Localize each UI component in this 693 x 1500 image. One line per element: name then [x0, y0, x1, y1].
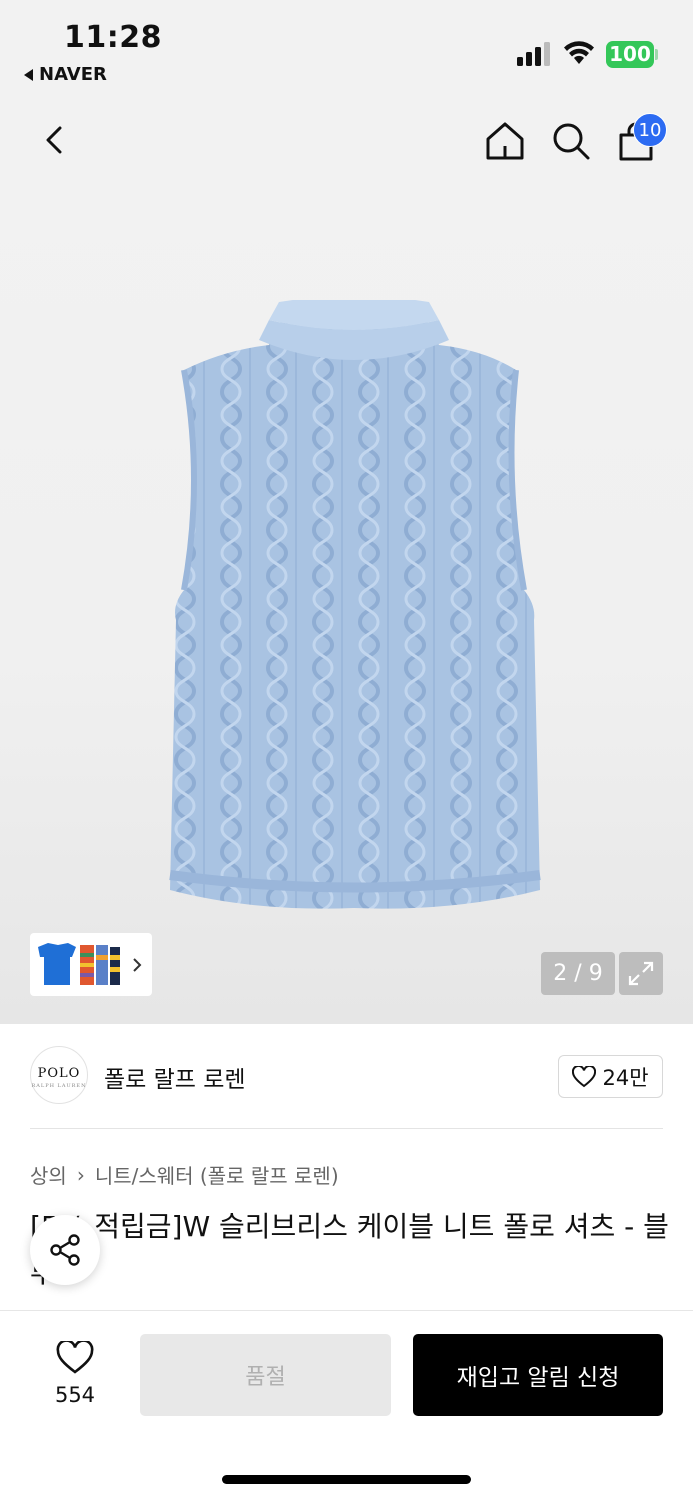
breadcrumb-category[interactable]: 상의	[30, 1160, 67, 1189]
expand-icon	[628, 961, 654, 986]
brand-like-button[interactable]: 24만	[558, 1055, 663, 1098]
wishlist-count: 554	[54, 1383, 96, 1407]
image-page-counter: 2 / 9	[541, 952, 615, 995]
brand-like-count: 24만	[602, 1065, 649, 1090]
back-icon[interactable]	[36, 120, 72, 160]
search-icon[interactable]	[550, 120, 592, 162]
home-indicator[interactable]	[222, 1475, 471, 1484]
color-options-thumbnail[interactable]	[30, 933, 152, 996]
back-triangle-icon	[24, 68, 33, 81]
home-icon[interactable]	[484, 120, 526, 162]
wishlist-button[interactable]: 554	[40, 1339, 110, 1407]
restock-alert-button[interactable]: 재입고 알림 신청	[413, 1334, 663, 1416]
chevron-right-icon: ›	[76, 1162, 85, 1187]
brand-row: POLO RALPH LAUREN 폴로 랄프 로렌 24만	[30, 1046, 663, 1106]
fullscreen-button[interactable]	[619, 952, 663, 995]
wifi-icon	[564, 41, 594, 64]
heart-icon	[572, 1065, 597, 1087]
breadcrumb: 상의 › 니트/스웨터 (폴로 랄프 로렌)	[30, 1160, 339, 1189]
status-bar: 11:28 NAVER 100	[0, 0, 693, 100]
cart-count-badge: 10	[633, 113, 667, 147]
brand-name[interactable]: 폴로 랄프 로렌	[104, 1060, 246, 1094]
back-to-app-link[interactable]: NAVER	[24, 64, 107, 85]
brand-logo[interactable]: POLO RALPH LAUREN	[30, 1046, 88, 1104]
heart-icon	[56, 1339, 94, 1374]
breadcrumb-subcategory[interactable]: 니트/스웨터 (폴로 랄프 로렌)	[95, 1160, 339, 1189]
brand-logo-text: POLO	[37, 1066, 81, 1081]
share-button[interactable]	[30, 1215, 100, 1285]
status-time: 11:28	[64, 20, 162, 55]
back-app-label: NAVER	[39, 64, 107, 85]
cellular-signal-icon	[517, 42, 550, 66]
battery-level: 100	[606, 41, 654, 68]
product-title: [5% 적립금]W 슬리브리스 케이블 니트 폴로 셔츠 - 블루	[30, 1210, 669, 1289]
divider	[30, 1128, 663, 1129]
share-icon	[50, 1234, 80, 1266]
color-swatches-icon	[38, 943, 142, 985]
soldout-button[interactable]: 품절	[140, 1334, 391, 1416]
product-image-gallery[interactable]: 10 2 / 9	[0, 100, 693, 1024]
battery-indicator: 100	[606, 41, 658, 68]
brand-logo-subtext: RALPH LAUREN	[31, 1083, 87, 1089]
bottom-action-bar: 554 품절 재입고 알림 신청	[0, 1310, 693, 1500]
product-photo-vest	[169, 300, 541, 909]
